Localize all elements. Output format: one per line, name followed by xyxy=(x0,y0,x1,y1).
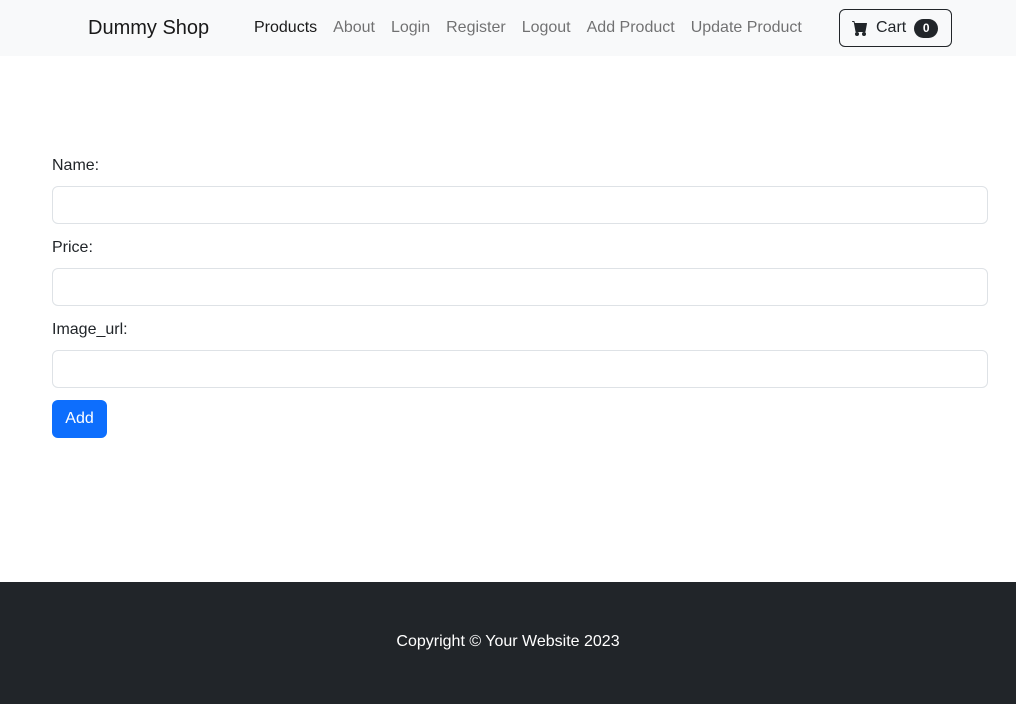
nav-link-update-product[interactable]: Update Product xyxy=(683,16,810,40)
footer-copyright: Copyright © Your Website 2023 xyxy=(396,633,620,650)
cart-label: Cart xyxy=(876,19,907,36)
cart-button[interactable]: Cart 0 xyxy=(839,9,952,47)
footer: Copyright © Your Website 2023 xyxy=(0,582,1016,704)
nav-link-about[interactable]: About xyxy=(325,16,383,40)
nav-links: Products About Login Register Logout Add… xyxy=(246,16,810,40)
name-label: Name: xyxy=(52,157,100,174)
nav-link-logout[interactable]: Logout xyxy=(514,16,579,40)
nav-link-login[interactable]: Login xyxy=(383,16,438,40)
nav-link-products[interactable]: Products xyxy=(246,16,325,40)
add-button[interactable]: Add xyxy=(52,400,107,438)
add-product-form: Name: Price: Image_url: Add xyxy=(52,154,988,438)
image-url-field-group: Image_url: xyxy=(52,318,988,388)
image-url-label: Image_url: xyxy=(52,321,128,338)
cart-count-badge: 0 xyxy=(914,18,939,38)
nav-link-register[interactable]: Register xyxy=(438,16,514,40)
price-field-group: Price: xyxy=(52,236,988,306)
cart-icon xyxy=(852,21,867,36)
price-label: Price: xyxy=(52,239,93,256)
image-url-input[interactable] xyxy=(52,350,988,388)
nav-link-add-product[interactable]: Add Product xyxy=(579,16,683,40)
price-input[interactable] xyxy=(52,268,988,306)
name-input[interactable] xyxy=(52,186,988,224)
name-field-group: Name: xyxy=(52,154,988,224)
brand-link[interactable]: Dummy Shop xyxy=(88,16,209,40)
navbar: Dummy Shop Products About Login Register… xyxy=(0,0,1016,56)
